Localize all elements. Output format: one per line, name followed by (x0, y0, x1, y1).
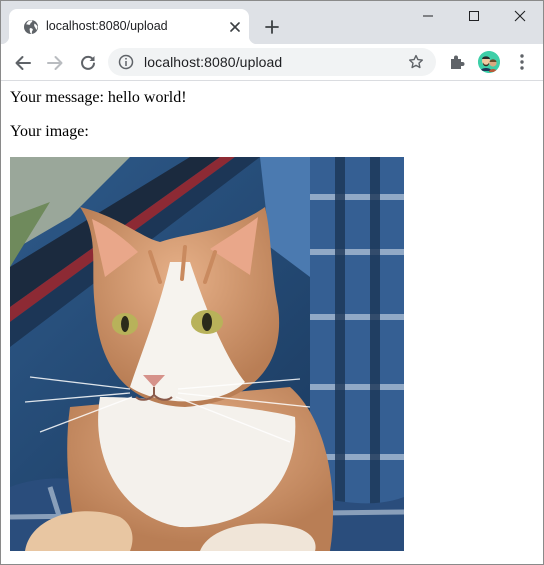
minimize-icon (423, 15, 433, 17)
plus-icon (265, 20, 279, 34)
image-label: Your image: (10, 123, 89, 140)
forward-button[interactable] (42, 50, 68, 76)
title-bar: localhost:8080/upload (1, 1, 543, 44)
page-content: Your message: hello world! Your image: (1, 82, 543, 564)
avatar[interactable] (478, 51, 500, 73)
maximize-button[interactable] (451, 1, 497, 31)
info-icon[interactable] (118, 54, 134, 70)
back-button[interactable] (10, 50, 36, 76)
reload-button[interactable] (75, 50, 101, 76)
more-vert-icon[interactable] (515, 52, 529, 72)
address-bar[interactable]: localhost:8080/upload (108, 48, 436, 76)
tab-title: localhost:8080/upload (46, 19, 168, 33)
close-icon (514, 10, 526, 22)
close-tab-icon[interactable] (227, 19, 243, 35)
message-text: Your message: hello world! (10, 89, 187, 106)
extensions-icon[interactable] (447, 52, 467, 72)
url-text[interactable]: localhost:8080/upload (144, 54, 282, 70)
window-close-button[interactable] (497, 1, 543, 31)
new-tab-button[interactable] (262, 17, 282, 37)
arrow-right-icon (47, 56, 63, 70)
browser-toolbar: localhost:8080/upload (1, 44, 543, 81)
minimize-button[interactable] (405, 1, 451, 31)
reload-icon (81, 55, 95, 70)
cat-photo (10, 157, 404, 551)
maximize-icon (469, 11, 479, 21)
globe-icon (23, 19, 39, 35)
browser-window: localhost:8080/upload localhost:8080/upl… (0, 0, 544, 565)
star-icon[interactable] (408, 54, 424, 70)
tab-active[interactable]: localhost:8080/upload (1, 9, 257, 44)
arrow-left-icon (15, 56, 31, 70)
